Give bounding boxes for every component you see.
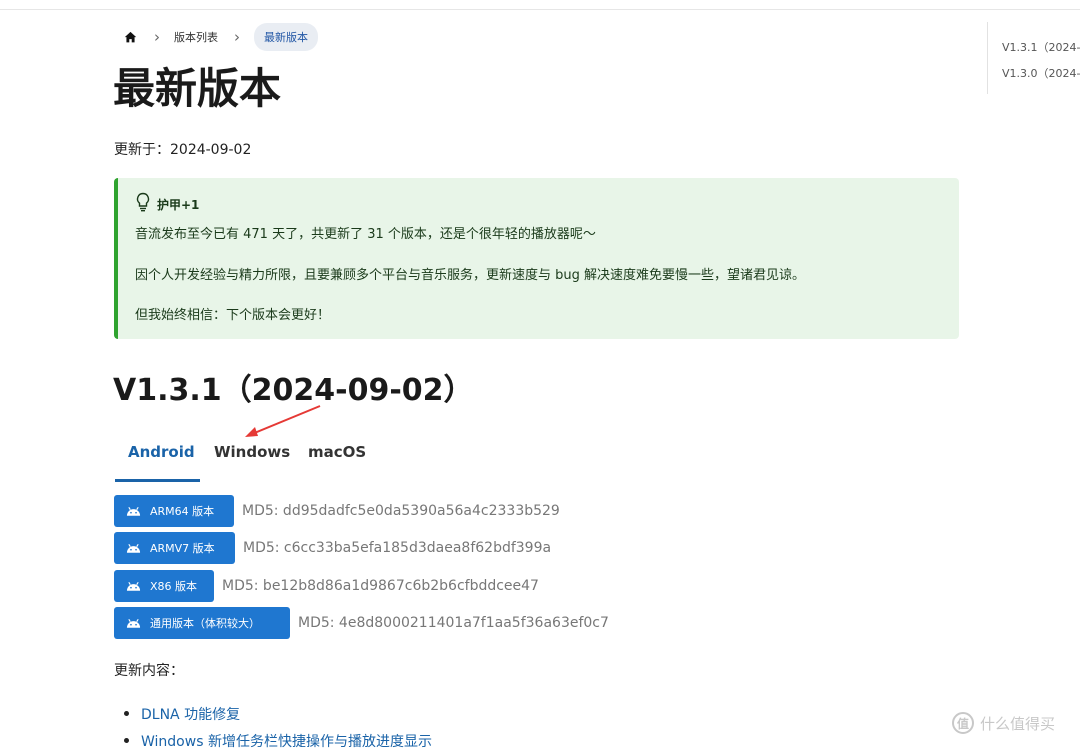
changes-label: 更新内容： [114,663,184,679]
chevron-right-icon: › [154,27,160,46]
change-text[interactable]: Windows 新增任务栏快捷操作与播放进度显示 [141,731,432,751]
toc-item-v130[interactable]: V1.3.0（2024-0 [1002,65,1080,81]
download-label: 通用版本（体积较大） [150,617,260,630]
md5-hash: MD5: 4e8d8000211401a7f1aa5f36a63ef0c7 [298,615,609,631]
download-armv7-button[interactable]: ARMV7 版本 [114,532,235,564]
download-universal-button[interactable]: 通用版本（体积较大） [114,607,290,639]
version-heading: V1.3.1（2024-09-02） [113,373,474,408]
breadcrumb-current: 最新版本 [254,23,318,51]
watermark: 值 什么值得买 [952,712,1055,734]
top-divider [0,9,1080,10]
md5-hash: MD5: be12b8d86a1d9867c6b2b6cfbddcee47 [222,578,539,594]
chevron-right-icon: › [234,27,240,46]
download-x86-button[interactable]: X86 版本 [114,570,214,602]
tip-paragraph-3: 但我始终相信：下个版本会更好！ [135,308,331,323]
table-of-contents: V1.3.1（2024-0 V1.3.0（2024-0 [987,22,1080,94]
active-tab-indicator [115,479,200,482]
change-list: DLNA 功能修复 Windows 新增任务栏快捷操作与播放进度显示 [124,700,432,754]
tip-paragraph-2: 因个人开发经验与精力所限，且要兼顾多个平台与音乐服务，更新速度与 bug 解决速… [135,268,806,283]
download-row: ARMV7 版本 MD5: c6cc33ba5efa185d3daea8f62b… [114,532,551,564]
watermark-logo: 值 [952,712,974,734]
download-label: ARMV7 版本 [150,542,215,555]
updated-date: 更新于：2024-09-02 [114,142,252,158]
android-icon [126,581,141,591]
home-icon[interactable] [122,29,138,45]
tip-paragraph-1: 音流发布至今已有 471 天了，共更新了 31 个版本，还是个很年轻的播放器呢～ [135,227,596,242]
download-row: X86 版本 MD5: be12b8d86a1d9867c6b2b6cfbddc… [114,570,539,602]
tab-macos[interactable]: macOS [308,443,366,461]
change-text[interactable]: DLNA 功能修复 [141,704,240,724]
watermark-text: 什么值得买 [980,714,1056,733]
tip-box: 护甲+1 音流发布至今已有 471 天了，共更新了 31 个版本，还是个很年轻的… [114,178,959,339]
tip-title: 护甲+1 [157,197,200,212]
android-icon [126,506,141,516]
md5-hash: MD5: dd95dadfc5e0da5390a56a4c2333b529 [242,503,560,519]
download-arm64-button[interactable]: ARM64 版本 [114,495,234,527]
breadcrumb: › 版本列表 › 最新版本 [122,23,318,51]
tab-android[interactable]: Android [128,443,195,461]
tab-windows[interactable]: Windows [214,443,290,461]
download-row: ARM64 版本 MD5: dd95dadfc5e0da5390a56a4c23… [114,495,560,527]
download-row: 通用版本（体积较大） MD5: 4e8d8000211401a7f1aa5f36… [114,607,609,639]
bullet [124,738,129,743]
page-title: 最新版本 [113,64,282,113]
md5-hash: MD5: c6cc33ba5efa185d3daea8f62bdf399a [243,540,552,556]
breadcrumb-version-list[interactable]: 版本列表 [174,29,218,45]
download-label: ARM64 版本 [150,505,215,518]
android-icon [126,543,141,553]
toc-item-v131[interactable]: V1.3.1（2024-0 [1002,39,1080,55]
lightbulb-icon [135,192,151,216]
list-item: Windows 新增任务栏快捷操作与播放进度显示 [124,727,432,754]
android-icon [126,618,141,628]
download-label: X86 版本 [150,580,198,593]
list-item: DLNA 功能修复 [124,700,432,727]
bullet [124,711,129,716]
tip-header: 护甲+1 [135,192,199,216]
